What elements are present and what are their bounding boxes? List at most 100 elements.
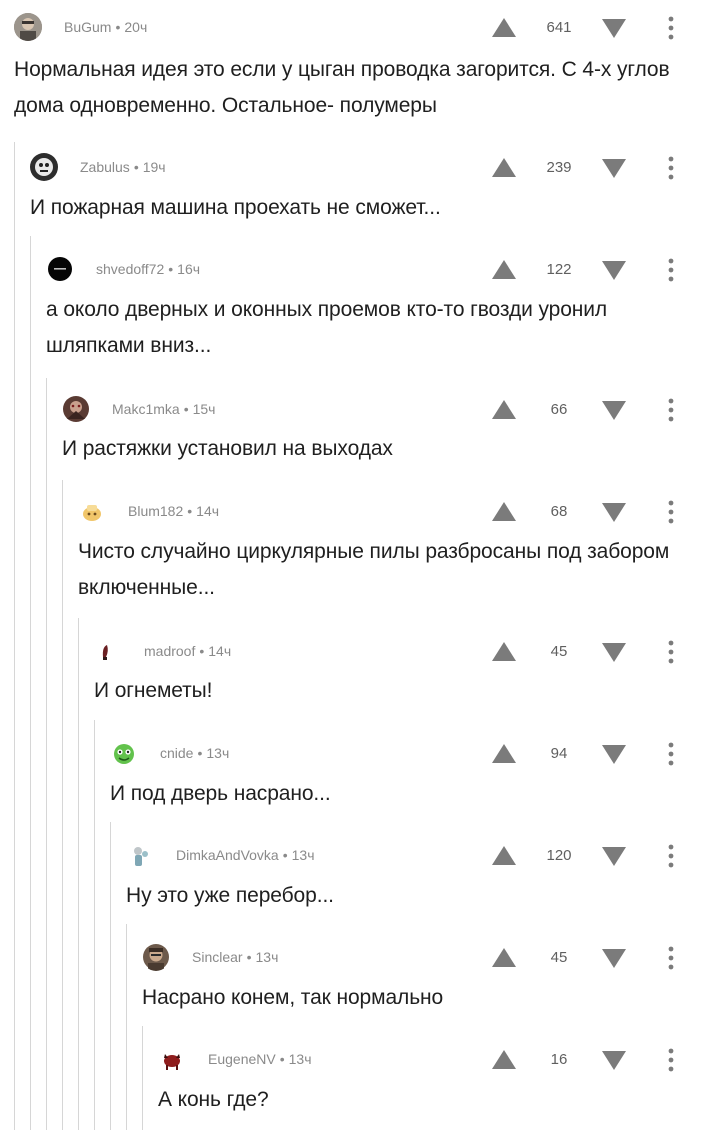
more-vertical-icon[interactable] — [664, 396, 678, 424]
meta-separator: • — [183, 401, 189, 417]
more-vertical-icon[interactable] — [664, 256, 678, 284]
comment-time: 13ч — [291, 847, 315, 863]
avatar[interactable] — [78, 497, 106, 525]
avatar-makc1mka — [63, 396, 89, 422]
author-name[interactable]: EugeneNV — [208, 1051, 276, 1067]
upvote-arrow-icon[interactable] — [490, 398, 518, 422]
comment-rating: 66 — [550, 401, 568, 418]
upvote-arrow-icon[interactable] — [490, 640, 518, 664]
vote-actions: 68 — [490, 496, 720, 530]
more-vertical-icon[interactable] — [664, 154, 678, 182]
downvote-arrow-icon[interactable] — [600, 16, 628, 40]
avatar-sinclear — [143, 944, 169, 971]
comment-text: И растяжки установил на выходах — [62, 437, 393, 460]
meta-separator: • — [246, 949, 252, 965]
avatar[interactable] — [14, 13, 42, 41]
thread-line[interactable] — [78, 618, 79, 1130]
vote-actions: 45 — [490, 636, 720, 670]
comment-meta: shvedoff72 • 16ч — [96, 261, 200, 277]
thread-line[interactable] — [46, 378, 47, 1130]
more-vertical-icon[interactable] — [664, 944, 678, 972]
author-name[interactable]: Sinclear — [192, 949, 243, 965]
thread-line[interactable] — [110, 822, 111, 1130]
thread-line[interactable] — [94, 720, 95, 1130]
thread-line[interactable] — [142, 1026, 143, 1130]
comment-text: И под дверь насрано... — [110, 782, 331, 805]
thread-line[interactable] — [30, 236, 31, 1130]
downvote-arrow-icon[interactable] — [600, 844, 628, 868]
avatar-dimkaandvovka — [127, 842, 153, 868]
avatar-cnide — [111, 740, 137, 766]
meta-separator: • — [168, 261, 174, 277]
meta-separator: • — [199, 643, 205, 659]
author-name[interactable]: cnide — [160, 745, 193, 761]
comment-text: А конь где? — [158, 1088, 269, 1111]
vote-actions: 16 — [490, 1044, 720, 1078]
author-name[interactable]: madroof — [144, 643, 195, 659]
avatar[interactable] — [30, 153, 58, 181]
avatar[interactable] — [46, 255, 74, 283]
thread-line[interactable] — [14, 142, 15, 1130]
downvote-arrow-icon[interactable] — [600, 398, 628, 422]
avatar[interactable] — [126, 841, 154, 869]
comment-meta: Sinclear • 13ч — [192, 949, 278, 965]
avatar[interactable] — [62, 395, 90, 423]
more-vertical-icon[interactable] — [664, 638, 678, 666]
upvote-arrow-icon[interactable] — [490, 500, 518, 524]
comment-time: 20ч — [124, 19, 148, 35]
avatar-zabulus — [30, 153, 58, 181]
comment-rating: 45 — [550, 949, 568, 966]
vote-actions: 641 — [490, 12, 720, 46]
comment-meta: Zabulus • 19ч — [80, 159, 166, 175]
avatar-madroof — [95, 638, 121, 664]
vote-actions: 66 — [490, 394, 720, 428]
avatar[interactable] — [94, 637, 122, 665]
author-name[interactable]: shvedoff72 — [96, 261, 164, 277]
avatar[interactable] — [110, 739, 138, 767]
downvote-arrow-icon[interactable] — [600, 946, 628, 970]
meta-separator: • — [187, 503, 193, 519]
comment-text: а около дверных и оконных проемов кто-то… — [46, 298, 608, 357]
downvote-arrow-icon[interactable] — [600, 258, 628, 282]
meta-separator: • — [282, 847, 288, 863]
downvote-arrow-icon[interactable] — [600, 500, 628, 524]
comment-meta: madroof • 14ч — [144, 643, 231, 659]
upvote-arrow-icon[interactable] — [490, 156, 518, 180]
avatar-blum182 — [79, 498, 105, 524]
upvote-arrow-icon[interactable] — [490, 742, 518, 766]
comment-text: Насрано конем, так нормально — [142, 986, 444, 1009]
comment-rating: 68 — [550, 503, 568, 520]
comment-time: 13ч — [255, 949, 279, 965]
downvote-arrow-icon[interactable] — [600, 1048, 628, 1072]
thread-line[interactable] — [62, 480, 63, 1130]
comment-time: 13ч — [288, 1051, 312, 1067]
upvote-arrow-icon[interactable] — [490, 1048, 518, 1072]
more-vertical-icon[interactable] — [664, 498, 678, 526]
upvote-arrow-icon[interactable] — [490, 258, 518, 282]
vote-actions: 122 — [490, 254, 720, 288]
more-vertical-icon[interactable] — [664, 842, 678, 870]
more-vertical-icon[interactable] — [664, 14, 678, 42]
author-name[interactable]: DimkaAndVovka — [176, 847, 279, 863]
meta-separator: • — [197, 745, 203, 761]
downvote-arrow-icon[interactable] — [600, 156, 628, 180]
avatar[interactable] — [142, 943, 170, 971]
avatar[interactable] — [158, 1045, 186, 1073]
comment-time: 14ч — [208, 643, 232, 659]
comment-rating: 45 — [550, 643, 568, 660]
comment-text: Чисто случайно циркулярные пилы разброса… — [78, 540, 670, 599]
author-name[interactable]: Blum182 — [128, 503, 183, 519]
author-name[interactable]: Zabulus — [80, 159, 130, 175]
author-name[interactable]: Makc1mka — [112, 401, 180, 417]
downvote-arrow-icon[interactable] — [600, 640, 628, 664]
upvote-arrow-icon[interactable] — [490, 16, 518, 40]
upvote-arrow-icon[interactable] — [490, 844, 518, 868]
comment-time: 16ч — [177, 261, 201, 277]
author-name[interactable]: BuGum — [64, 19, 111, 35]
more-vertical-icon[interactable] — [664, 740, 678, 768]
thread-line[interactable] — [126, 924, 127, 1130]
upvote-arrow-icon[interactable] — [490, 946, 518, 970]
downvote-arrow-icon[interactable] — [600, 742, 628, 766]
vote-actions: 45 — [490, 942, 720, 976]
more-vertical-icon[interactable] — [664, 1046, 678, 1074]
